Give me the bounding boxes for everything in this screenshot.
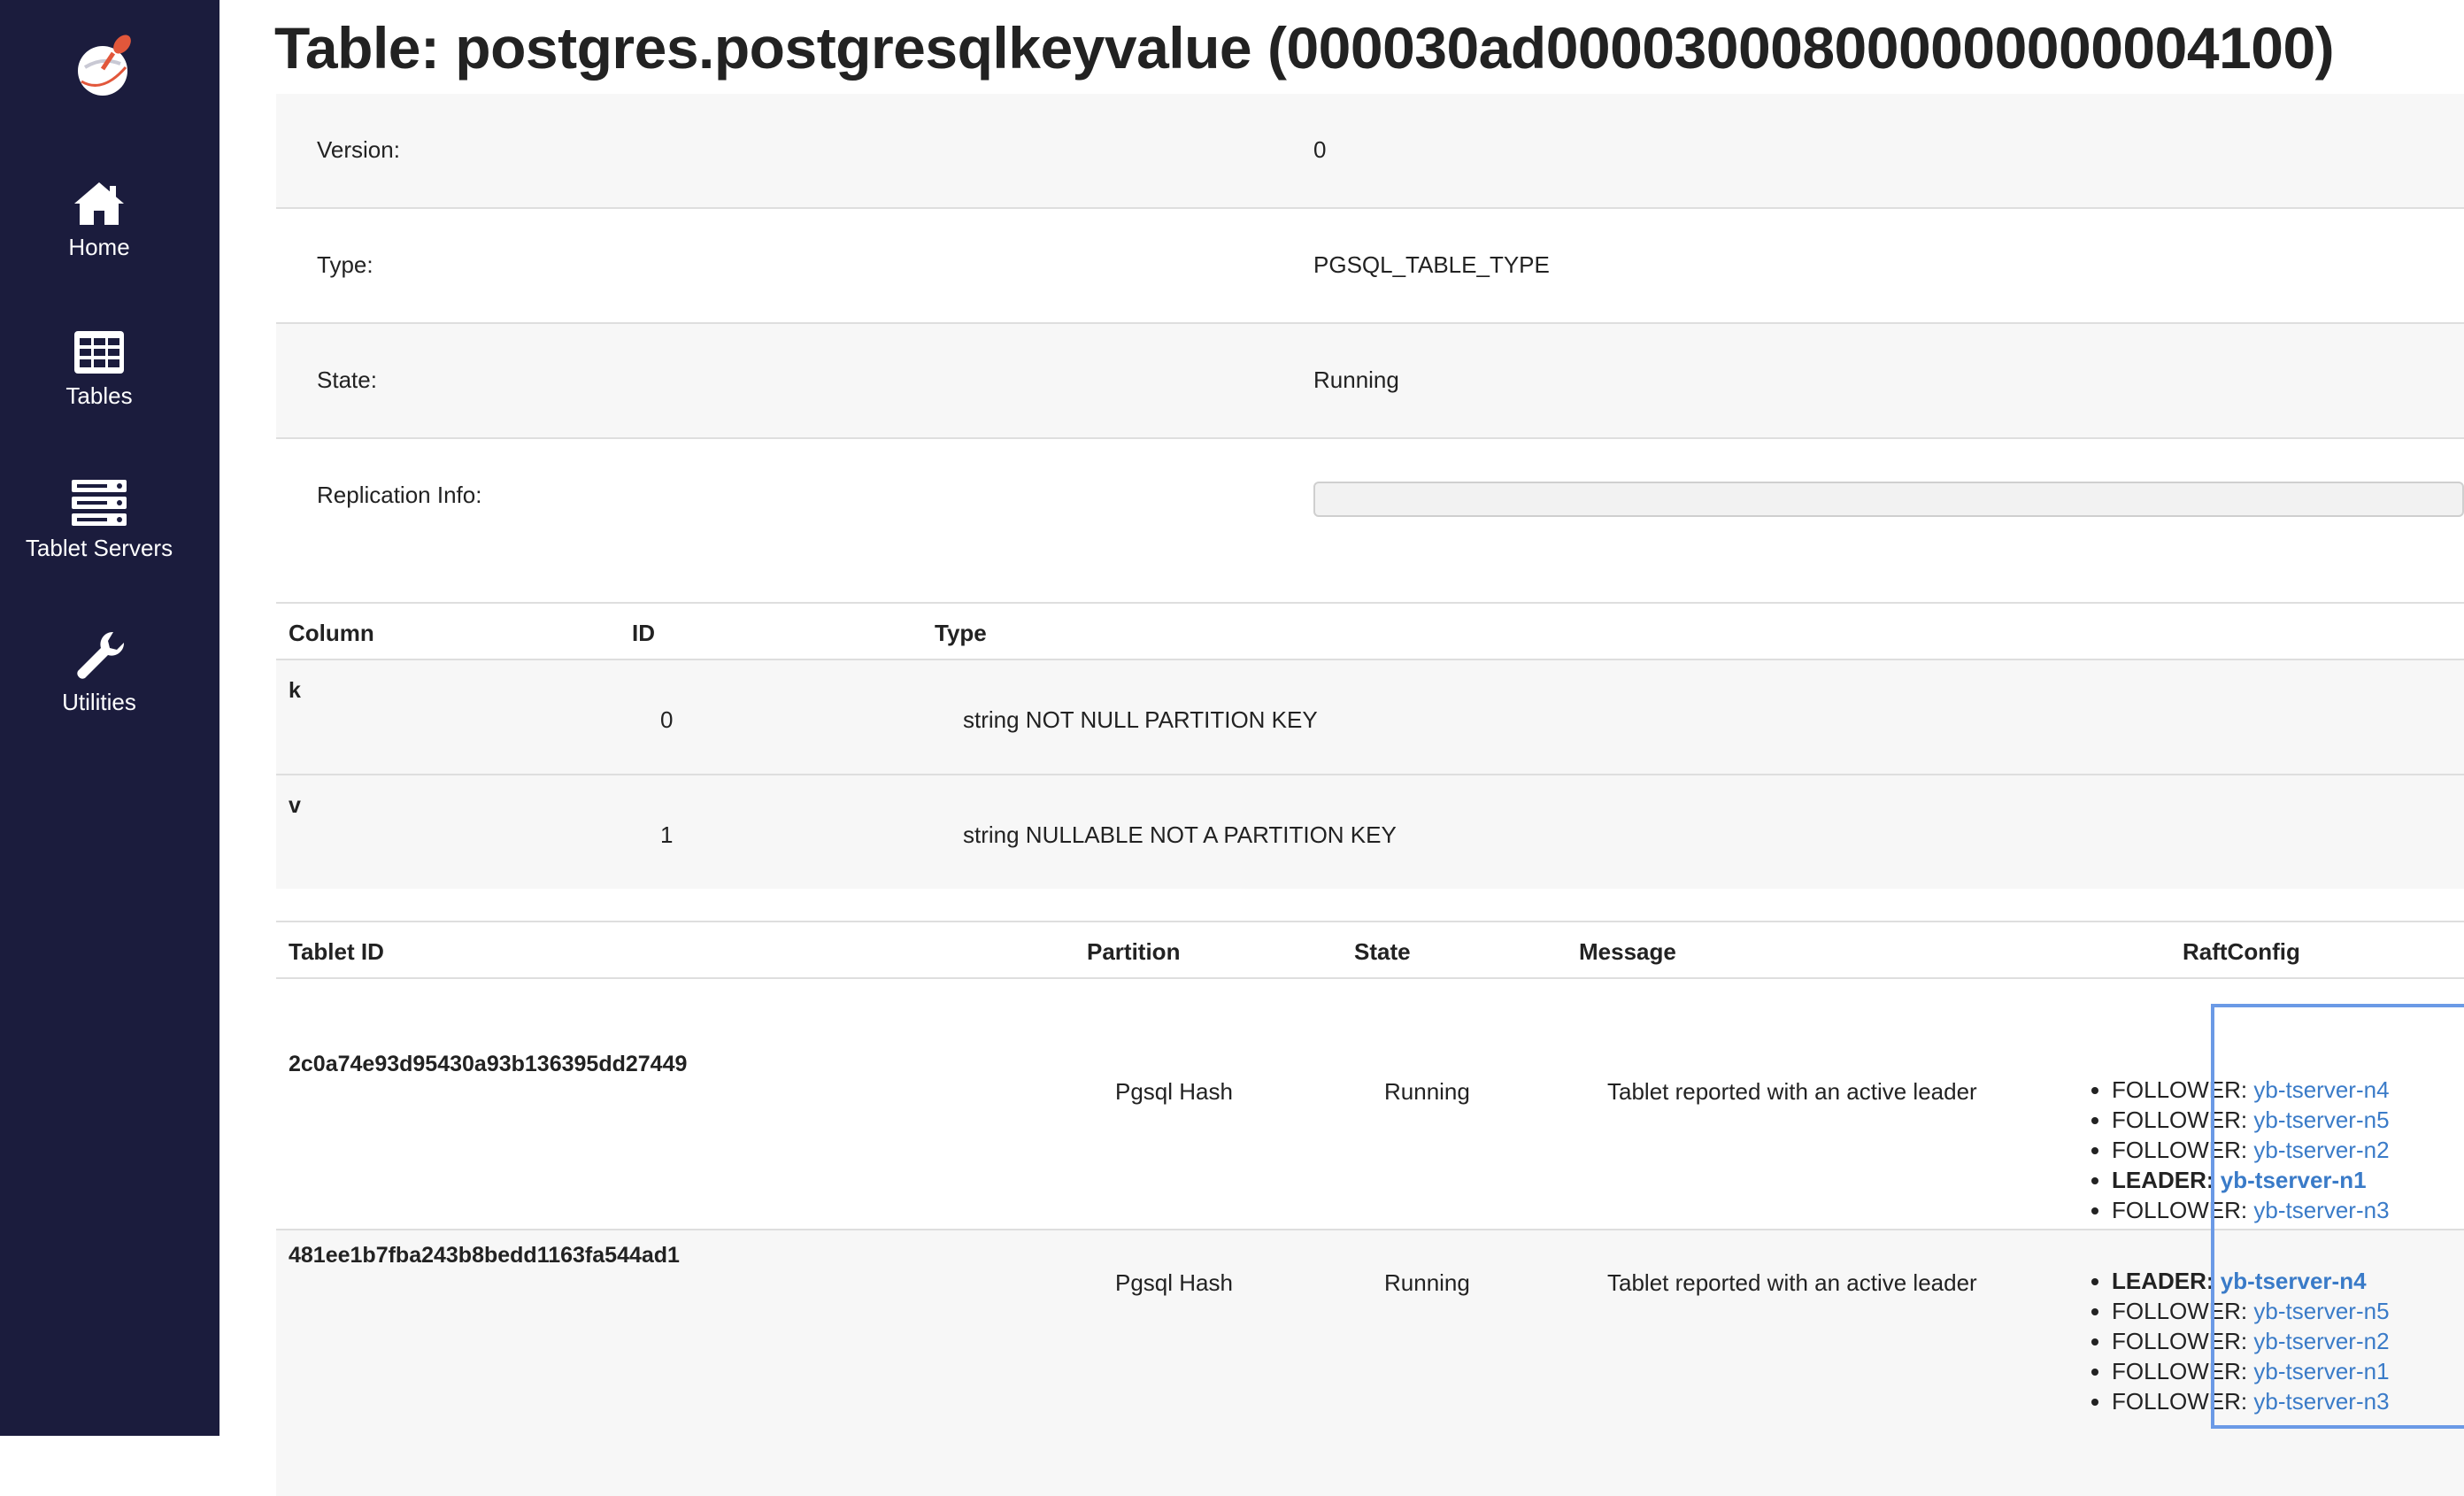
sidebar: Home Tables Tablet Servers Utilities <box>0 0 219 1436</box>
tablet-id: 481ee1b7fba243b8bedd1163fa544ad1 <box>289 1243 680 1268</box>
version-label: Version: <box>317 136 400 163</box>
info-row-type: Type: PGSQL_TABLE_TYPE <box>276 209 2464 324</box>
raft-peer: FOLLOWER: yb-tserver-n5 <box>2112 1296 2390 1326</box>
raft-role: LEADER: <box>2112 1167 2214 1193</box>
raft-role: FOLLOWER: <box>2112 1328 2248 1354</box>
columns-table-header: Column ID Type <box>276 604 2464 660</box>
yugabyte-logo-icon[interactable] <box>64 32 143 103</box>
tablet-id: 2c0a74e93d95430a93b136395dd27449 <box>289 1052 688 1076</box>
column-header-id: ID <box>632 620 655 646</box>
tserver-link[interactable]: yb-tserver-n3 <box>2253 1197 2389 1223</box>
raft-peer: LEADER: yb-tserver-n1 <box>2112 1165 2390 1195</box>
sidebar-item-label: Tables <box>65 382 133 409</box>
tserver-link[interactable]: yb-tserver-n3 <box>2253 1388 2389 1415</box>
table-icon <box>74 331 124 374</box>
tablets-table-header: Tablet ID Partition State Message RaftCo… <box>276 922 2464 979</box>
raft-peer: FOLLOWER: yb-tserver-n5 <box>2112 1105 2390 1135</box>
raft-role: FOLLOWER: <box>2112 1388 2248 1415</box>
tserver-link[interactable]: yb-tserver-n1 <box>2253 1358 2389 1384</box>
column-id: 0 <box>660 706 674 733</box>
raft-role: FOLLOWER: <box>2112 1298 2248 1324</box>
raft-role: FOLLOWER: <box>2112 1358 2248 1384</box>
raft-peer: LEADER: yb-tserver-n4 <box>2112 1266 2390 1296</box>
type-label: Type: <box>317 251 373 278</box>
table-row: v 1 string NULLABLE NOT A PARTITION KEY <box>276 775 2464 889</box>
raft-role: FOLLOWER: <box>2112 1137 2248 1163</box>
tablet-header-state: State <box>1354 938 1411 965</box>
version-value: 0 <box>1313 136 1327 163</box>
tablet-header-partition: Partition <box>1087 938 1181 965</box>
state-value: Running <box>1313 366 1399 393</box>
wrench-icon <box>77 631 125 679</box>
columns-table: Column ID Type k 0 string NOT NULL PARTI… <box>276 602 2464 889</box>
sidebar-item-label: Home <box>68 234 130 260</box>
type-value: PGSQL_TABLE_TYPE <box>1313 251 1550 278</box>
column-id: 1 <box>660 821 674 848</box>
raft-config-list: FOLLOWER: yb-tserver-n4 FOLLOWER: yb-tse… <box>2082 1075 2390 1225</box>
raft-peer: FOLLOWER: yb-tserver-n3 <box>2112 1195 2390 1225</box>
raft-peer: FOLLOWER: yb-tserver-n4 <box>2112 1075 2390 1105</box>
tablet-header-message: Message <box>1579 938 1676 965</box>
sidebar-item-utilities[interactable]: Utilities <box>0 628 198 716</box>
tablet-message: Tablet reported with an active leader <box>1607 1269 1977 1296</box>
raft-role: FOLLOWER: <box>2112 1107 2248 1133</box>
table-row: 2c0a74e93d95430a93b136395dd27449 Pgsql H… <box>276 979 2464 1230</box>
raft-role: FOLLOWER: <box>2112 1197 2248 1223</box>
raft-peer: FOLLOWER: yb-tserver-n2 <box>2112 1326 2390 1356</box>
column-type: string NOT NULL PARTITION KEY <box>963 706 1318 733</box>
tserver-link[interactable]: yb-tserver-n1 <box>2221 1167 2367 1193</box>
tablets-table: Tablet ID Partition State Message RaftCo… <box>276 921 2464 1496</box>
info-row-version: Version: 0 <box>276 94 2464 209</box>
raft-peer: FOLLOWER: yb-tserver-n3 <box>2112 1386 2390 1416</box>
tablet-state: Running <box>1384 1078 1470 1105</box>
raft-peer: FOLLOWER: yb-tserver-n1 <box>2112 1356 2390 1386</box>
raft-role: LEADER: <box>2112 1268 2214 1294</box>
sidebar-item-label: Tablet Servers <box>25 535 173 561</box>
state-label: State: <box>317 366 377 393</box>
tablet-message: Tablet reported with an active leader <box>1607 1078 1977 1105</box>
tserver-link[interactable]: yb-tserver-n4 <box>2221 1268 2367 1294</box>
replication-info-box <box>1313 482 2464 517</box>
column-type: string NULLABLE NOT A PARTITION KEY <box>963 821 1397 848</box>
home-icon <box>74 182 124 225</box>
raft-config-list: LEADER: yb-tserver-n4 FOLLOWER: yb-tserv… <box>2082 1266 2390 1416</box>
page-title: Table: postgres.postgresqlkeyvalue (0000… <box>274 15 2335 81</box>
tserver-link[interactable]: yb-tserver-n2 <box>2253 1328 2389 1354</box>
info-row-replication: Replication Info: <box>276 439 2464 572</box>
replication-label: Replication Info: <box>317 482 482 508</box>
column-name: k <box>289 678 301 703</box>
tablet-header-id: Tablet ID <box>289 938 384 965</box>
column-header-type: Type <box>935 620 987 646</box>
tserver-link[interactable]: yb-tserver-n4 <box>2253 1076 2389 1103</box>
column-name: v <box>289 793 301 818</box>
tablet-header-raftconfig: RaftConfig <box>2183 938 2300 965</box>
column-header-column: Column <box>289 620 374 646</box>
raft-peer: FOLLOWER: yb-tserver-n2 <box>2112 1135 2390 1165</box>
tserver-link[interactable]: yb-tserver-n5 <box>2253 1298 2389 1324</box>
raft-role: FOLLOWER: <box>2112 1076 2248 1103</box>
tablet-partition: Pgsql Hash <box>1115 1269 1233 1296</box>
tserver-link[interactable]: yb-tserver-n2 <box>2253 1137 2389 1163</box>
table-row: k 0 string NOT NULL PARTITION KEY <box>276 660 2464 775</box>
sidebar-item-tablet-servers[interactable]: Tablet Servers <box>0 478 198 562</box>
main-content: Table: postgres.postgresqlkeyvalue (0000… <box>219 0 2464 1496</box>
table-info: Version: 0 Type: PGSQL_TABLE_TYPE State:… <box>276 94 2464 572</box>
tablet-partition: Pgsql Hash <box>1115 1078 1233 1105</box>
tablet-state: Running <box>1384 1269 1470 1296</box>
info-row-state: State: Running <box>276 324 2464 439</box>
sidebar-item-tables[interactable]: Tables <box>0 329 198 410</box>
sidebar-item-label: Utilities <box>62 689 136 715</box>
sidebar-item-home[interactable]: Home <box>0 181 198 261</box>
tserver-link[interactable]: yb-tserver-n5 <box>2253 1107 2389 1133</box>
table-row: 481ee1b7fba243b8bedd1163fa544ad1 Pgsql H… <box>276 1230 2464 1496</box>
server-icon <box>72 480 127 526</box>
